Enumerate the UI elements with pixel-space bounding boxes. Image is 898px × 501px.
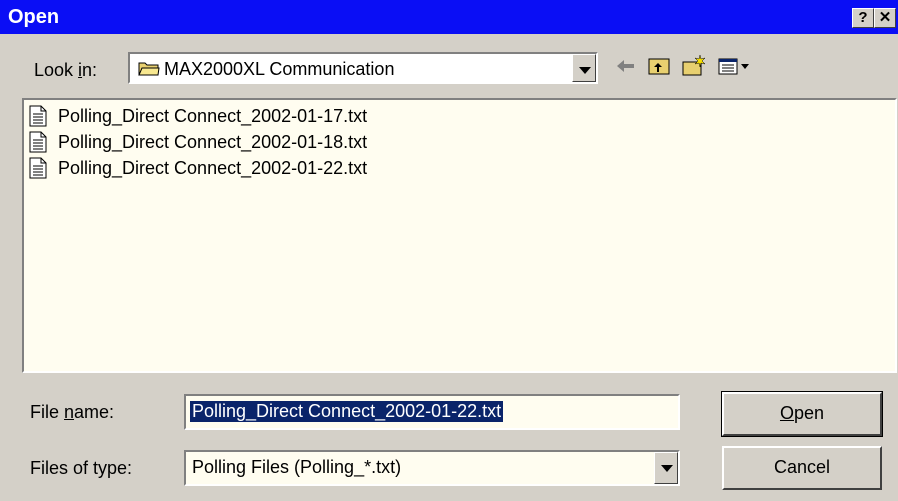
file-type-dropdown-arrow[interactable] <box>654 452 678 484</box>
file-type-dropdown[interactable]: Polling Files (Polling_*.txt) <box>184 450 680 486</box>
dialog-title: Open <box>8 6 60 28</box>
folder-icon <box>138 62 160 76</box>
file-list[interactable]: Polling_Direct Connect_2002-01-17.txt Pol… <box>22 98 897 373</box>
file-name-label: File name: <box>30 402 115 422</box>
open-button[interactable]: Open <box>721 391 883 437</box>
cancel-button[interactable]: Cancel <box>722 446 882 490</box>
look-in-value: MAX2000XL Communication <box>164 59 395 79</box>
file-name-text: Polling_Direct Connect_2002-01-22.txt <box>58 158 368 178</box>
file-type-label: Files of type: <box>30 458 133 478</box>
title-bar[interactable]: Open ? ✕ <box>0 0 898 34</box>
text-file-icon <box>29 131 47 153</box>
help-button[interactable]: ? <box>852 8 874 28</box>
look-in-label: Look in: <box>34 60 98 80</box>
file-name-input[interactable]: Polling_Direct Connect_2002-01-22.txt <box>184 394 680 430</box>
close-button[interactable]: ✕ <box>874 8 896 28</box>
up-folder-icon[interactable] <box>646 52 674 80</box>
text-file-icon <box>29 157 47 179</box>
text-file-icon <box>29 105 47 127</box>
file-name-value: Polling_Direct Connect_2002-01-22.txt <box>190 401 504 422</box>
file-name-text: Polling_Direct Connect_2002-01-17.txt <box>58 106 368 126</box>
new-folder-icon[interactable] <box>680 52 708 80</box>
file-name-text: Polling_Direct Connect_2002-01-18.txt <box>58 132 368 152</box>
view-menu-icon[interactable] <box>716 52 752 80</box>
open-dialog: Open ? ✕ Look in: MAX2000XL Communicatio… <box>0 0 898 501</box>
look-in-dropdown-arrow[interactable] <box>572 54 596 82</box>
file-type-value: Polling Files (Polling_*.txt) <box>192 457 402 477</box>
look-in-dropdown[interactable]: MAX2000XL Communication <box>128 52 598 84</box>
back-icon[interactable] <box>612 52 640 80</box>
